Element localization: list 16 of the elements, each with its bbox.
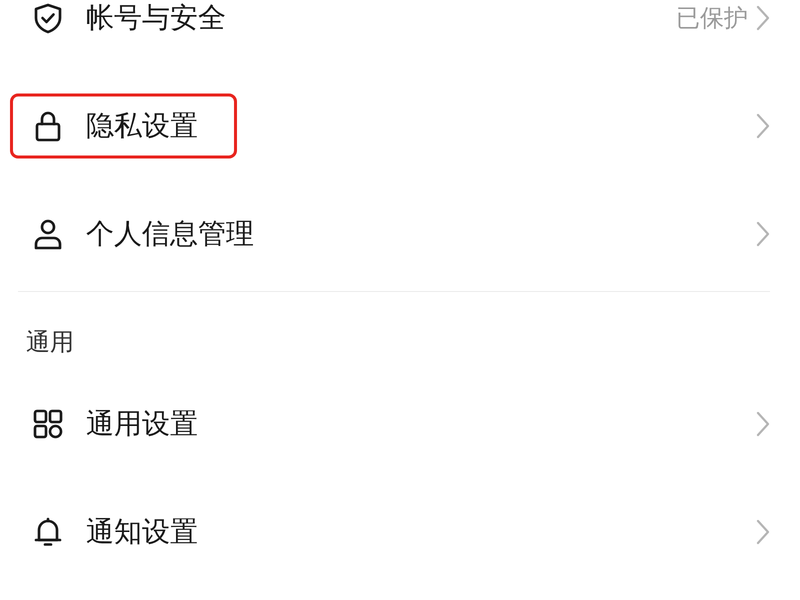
section-header: 通用 [26,328,74,356]
status-value: 已保护 [676,3,748,34]
grid-icon [32,408,64,440]
shield-check-icon [32,2,64,34]
setting-label[interactable]: 通知设置 [86,513,198,551]
chevron-icon [756,411,770,437]
chevron-icon [756,113,770,139]
setting-label[interactable]: 隐私设置 [86,107,198,145]
setting-label[interactable]: 帐号与安全 [86,0,226,37]
chevron-icon [756,5,770,31]
bell-icon [32,516,64,548]
person-icon [32,218,64,250]
setting-label[interactable]: 个人信息管理 [86,215,254,253]
chevron-icon [756,519,770,545]
chevron-icon [756,221,770,247]
setting-label[interactable]: 通用设置 [86,405,198,443]
